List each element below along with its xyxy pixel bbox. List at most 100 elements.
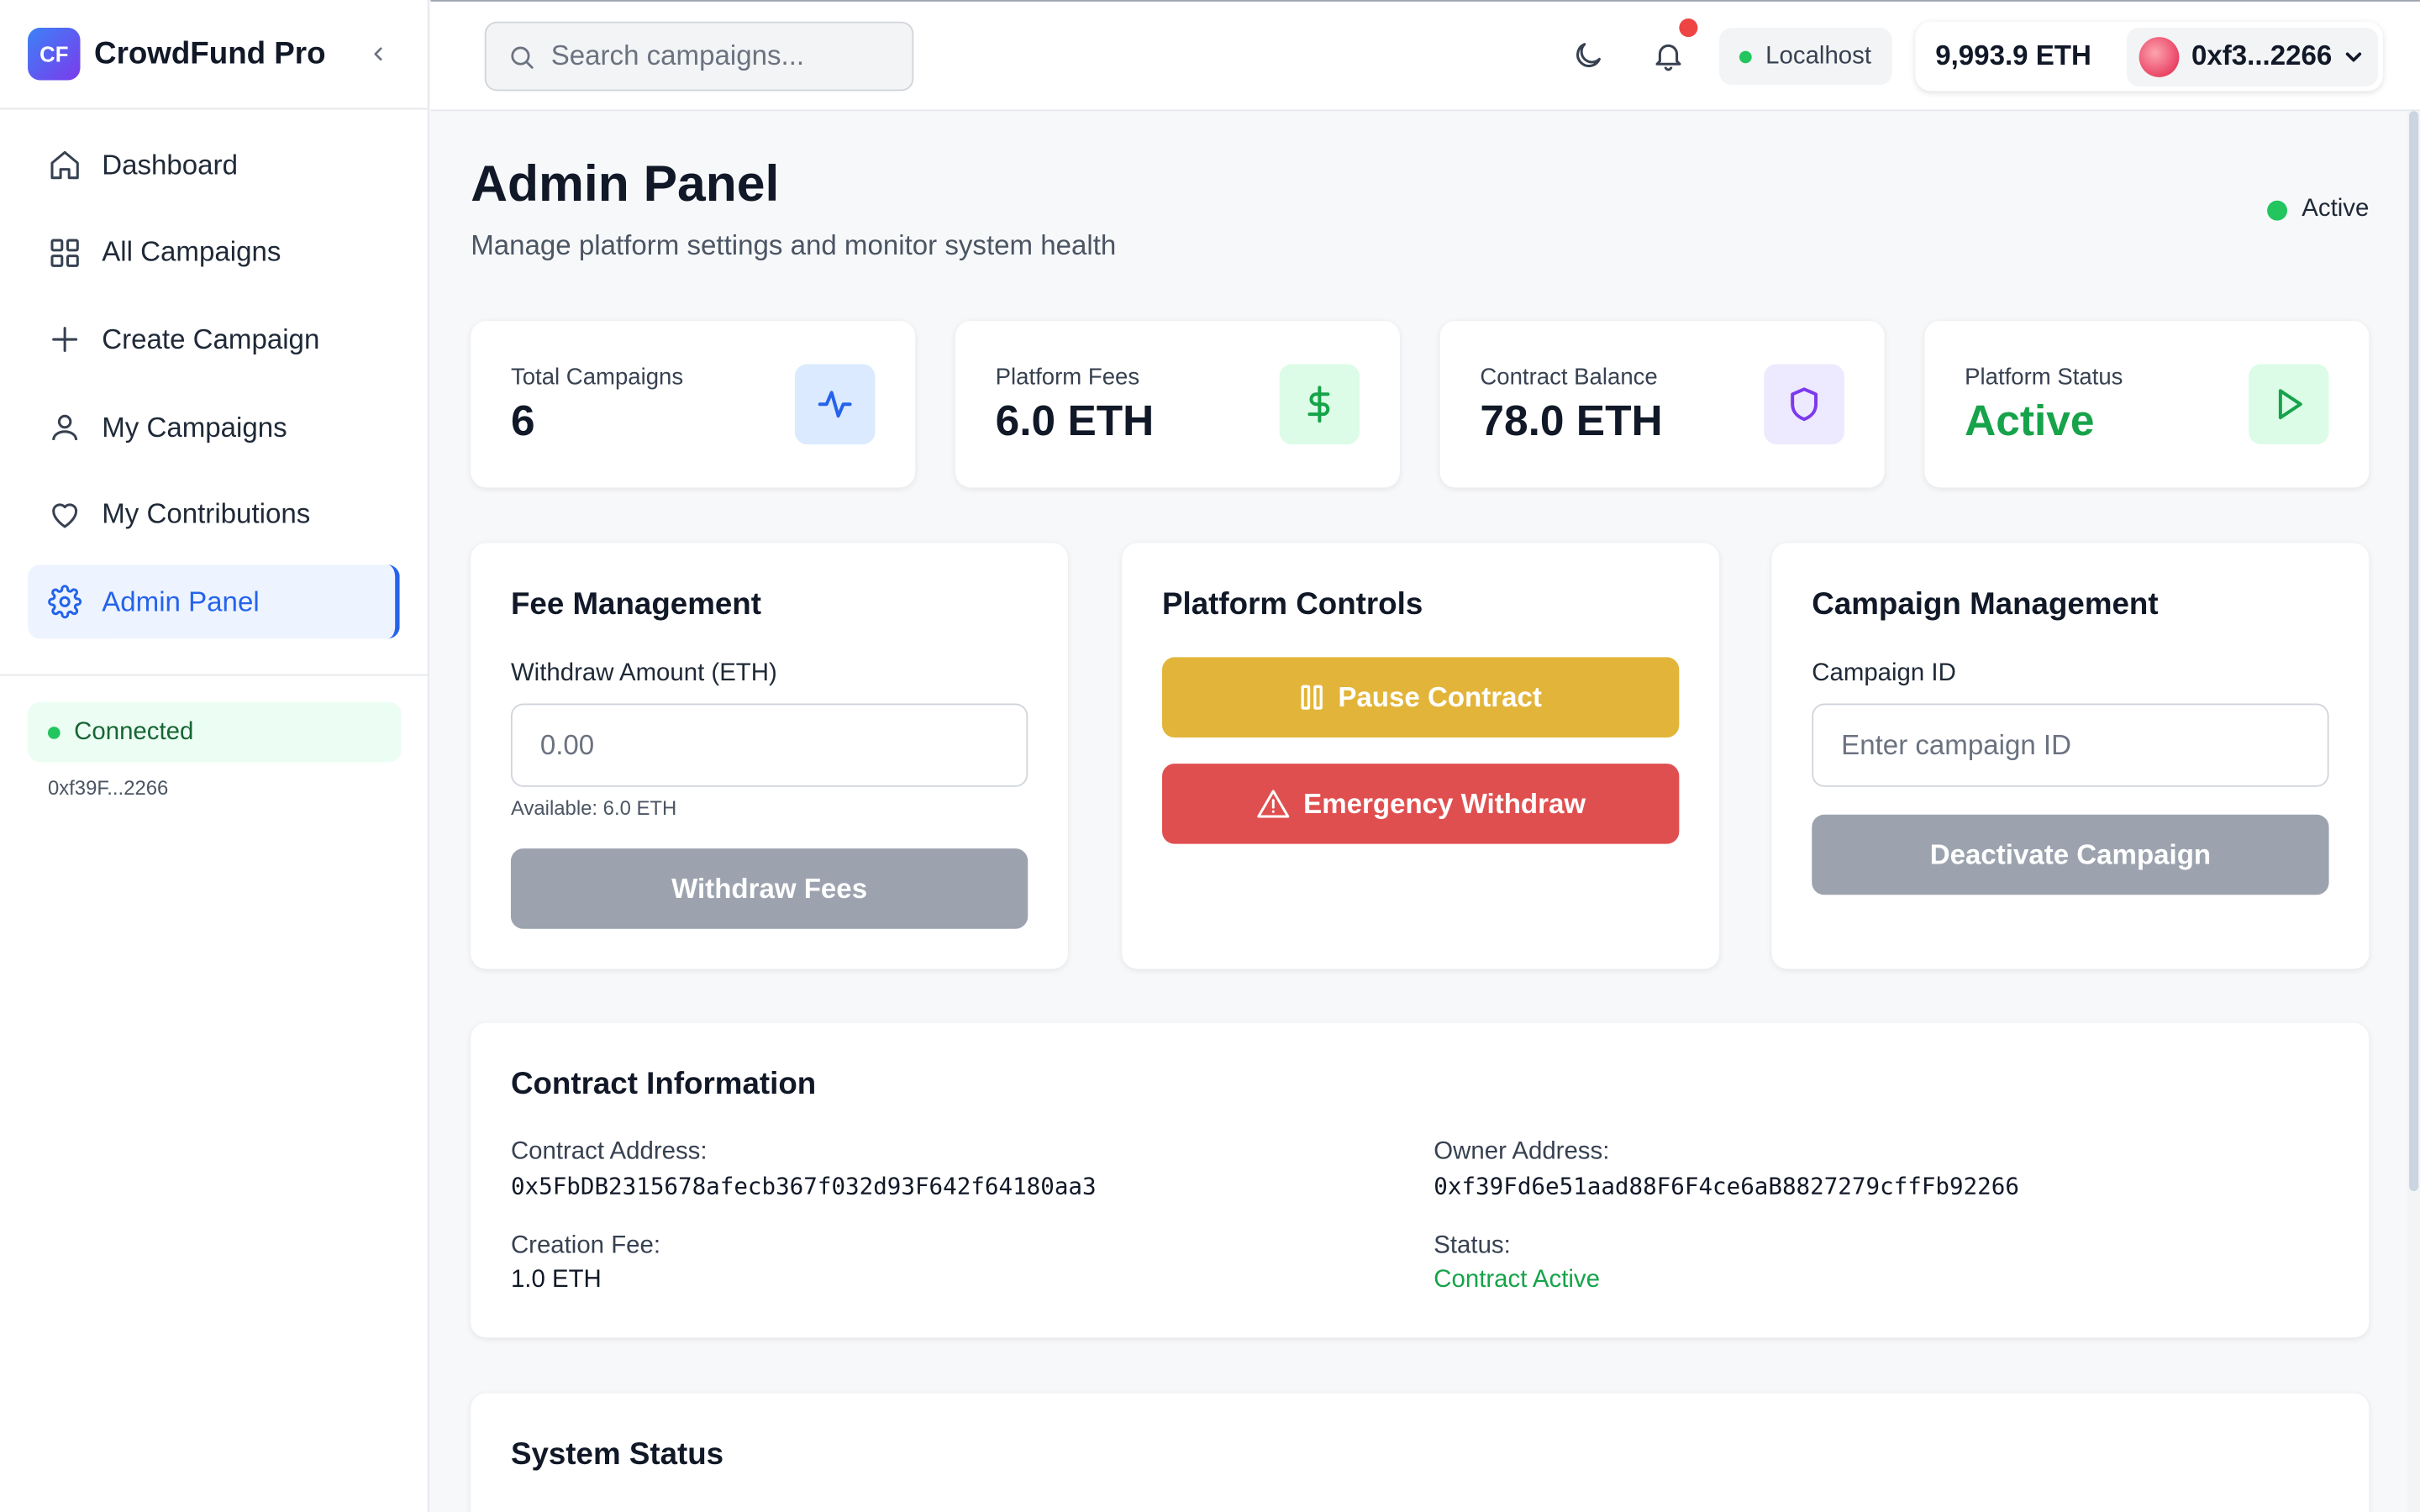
notification-badge [1679,18,1698,38]
system-status-panel: System Status [471,1393,2370,1512]
stat-value: 6.0 ETH [995,396,1155,444]
notifications-button[interactable] [1649,18,1698,76]
home-icon [46,146,83,183]
page-status-indicator: Active [2267,196,2370,223]
search-box[interactable] [484,21,914,92]
scrollbar-thumb[interactable] [2409,111,2419,1191]
grid-icon [46,234,83,271]
stat-card-platform-fees: Platform Fees 6.0 ETH [955,321,1400,488]
field-label: Withdraw Amount (ETH) [510,660,777,687]
emergency-withdraw-button[interactable]: Emergency Withdraw [1162,764,1680,844]
contract-information-panel: Contract Information Contract Address: 0… [471,1022,2370,1338]
sidebar-item-my-contributions[interactable]: My Contributions [28,478,400,552]
sidebar: CF CrowdFund Pro Dashboard All Campaigns [0,0,429,1512]
moon-icon [1576,43,1601,67]
page-scrollbar[interactable] [2407,111,2420,1512]
panel-title: Contract Information [510,1067,817,1102]
app-frame: CF CrowdFund Pro Dashboard All Campaigns [0,0,2420,1512]
dollar-icon [1279,364,1360,444]
panel-title: Fee Management [510,587,761,622]
connection-status-text: Connected [74,717,194,745]
topbar: Localhost 9,993.9 ETH 0xf3...2266 [430,0,2420,112]
page-title: Admin Panel [471,154,780,212]
stat-value: Active [1965,396,2095,444]
status-dot-icon [2267,199,2288,220]
sidebar-item-label: My Campaigns [102,411,287,443]
search-input[interactable] [550,39,891,73]
creation-fee-label: Creation Fee: [510,1232,660,1259]
stat-value: 6 [510,396,535,444]
wallet-widget[interactable]: 9,993.9 ETH 0xf3...2266 [1915,21,2383,92]
sidebar-item-label: Admin Panel [102,585,260,617]
account-dropdown[interactable]: 0xf3...2266 [2126,27,2379,86]
status-dot-icon [1739,50,1752,63]
button-label: Pause Contract [1338,680,1542,712]
stat-label: Total Campaigns [510,364,684,391]
avatar [2139,36,2180,76]
wallet-balance: 9,993.9 ETH [1935,39,2091,71]
deactivate-campaign-button[interactable]: Deactivate Campaign [1812,814,2329,895]
owner-address-label: Owner Address: [1434,1138,1610,1165]
campaign-id-input[interactable] [1812,703,2329,787]
contract-status-value: Contract Active [1434,1266,1600,1294]
sidebar-item-label: My Contributions [102,498,311,530]
sidebar-item-admin-panel[interactable]: Admin Panel [28,565,400,640]
heart-icon [46,496,83,533]
chevron-left-icon [374,47,382,61]
brand-logo: CF [28,28,81,81]
network-name: Localhost [1765,42,1871,69]
sidebar-item-create-campaign[interactable]: Create Campaign [28,303,400,377]
stat-card-platform-status: Platform Status Active [1924,321,2370,488]
stat-card-total-campaigns: Total Campaigns 6 [471,321,916,488]
withdraw-amount-input[interactable] [510,703,1028,787]
pause-icon [1299,684,1323,711]
search-icon [511,45,534,68]
panel-title: System Status [510,1437,724,1473]
pause-contract-button[interactable]: Pause Contract [1162,657,1680,738]
sidebar-divider [0,674,428,676]
activity-icon [794,364,876,444]
user-icon [46,409,83,446]
panel-title: Platform Controls [1162,587,1423,622]
creation-fee-value: 1.0 ETH [510,1266,602,1294]
sidebar-item-label: Create Campaign [102,323,320,355]
gear-icon [46,584,83,621]
owner-address-value: 0xf39Fd6e51aad88F6F4ce6aB8827279cffFb922… [1434,1172,2019,1200]
stat-value: 78.0 ETH [1480,396,1663,444]
brand-name: CrowdFund Pro [94,36,326,71]
stat-label: Platform Fees [995,364,1140,391]
withdraw-fees-button[interactable]: Withdraw Fees [510,848,1028,929]
warning-icon [1255,789,1289,820]
page-subtitle: Manage platform settings and monitor sys… [471,229,1117,261]
platform-controls-panel: Platform Controls Pause Contract Emergen… [1122,543,1720,969]
sidebar-item-dashboard[interactable]: Dashboard [28,128,400,202]
sidebar-item-label: Dashboard [102,149,238,180]
plus-icon [46,322,83,359]
stat-label: Contract Balance [1480,364,1658,391]
page-status-text: Active [2302,196,2370,223]
connected-address: 0xf39F...2266 [47,775,169,800]
brand-header: CF CrowdFund Pro [0,0,428,110]
play-icon [2249,364,2329,444]
theme-toggle-button[interactable] [1568,35,1608,76]
contract-address-value: 0x5FbDB2315678afecb367f032d93F642f64180a… [510,1172,1097,1200]
stat-label: Platform Status [1965,364,2123,391]
contract-address-label: Contract Address: [510,1138,708,1165]
sidebar-item-label: All Campaigns [102,236,281,268]
field-label: Campaign ID [1812,660,1956,687]
button-label: Emergency Withdraw [1303,787,1586,819]
account-address: 0xf3...2266 [2191,39,2333,71]
status-dot-icon [47,726,60,738]
sidebar-nav: Dashboard All Campaigns Create Campaign … [0,109,428,671]
network-indicator[interactable]: Localhost [1719,28,1891,86]
available-balance-hint: Available: 6.0 ETH [510,795,677,820]
connection-status-badge: Connected [28,701,402,763]
contract-status-label: Status: [1434,1232,1511,1259]
campaign-management-panel: Campaign Management Campaign ID Deactiva… [1771,543,2370,969]
main-content: Admin Panel Manage platform settings and… [430,111,2407,1512]
sidebar-item-my-campaigns[interactable]: My Campaigns [28,391,400,465]
sidebar-item-all-campaigns[interactable]: All Campaigns [28,216,400,290]
collapse-sidebar-button[interactable] [356,33,399,76]
panel-title: Campaign Management [1812,587,2159,622]
shield-icon [1764,364,1844,444]
